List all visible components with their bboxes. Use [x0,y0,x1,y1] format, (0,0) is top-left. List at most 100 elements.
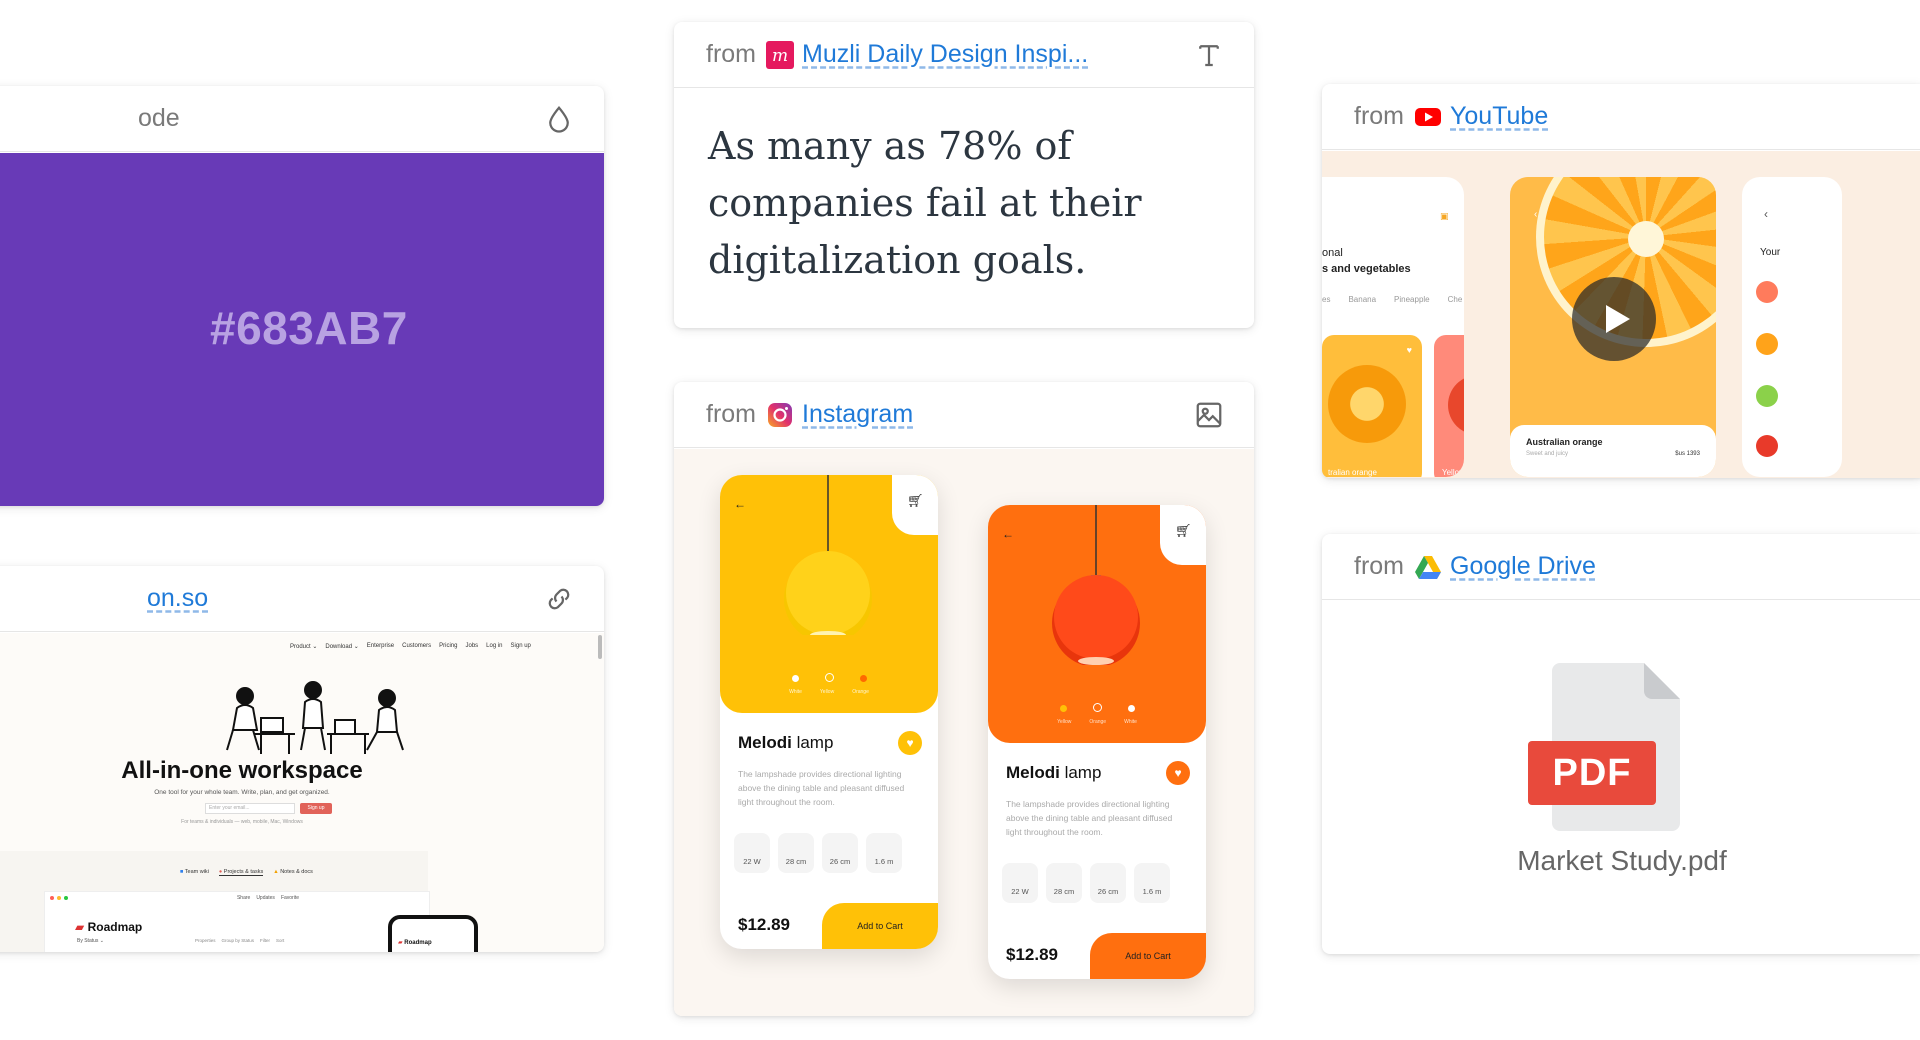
notion-toolbar: Share Updates Favorite [237,895,299,901]
cart-button[interactable]: 🛒︎ [892,475,938,535]
filter-item[interactable]: Properties [195,938,216,943]
drive-card-header: from Google Drive [1322,534,1920,600]
notion-nav: Product ⌄ Download ⌄ Enterprise Customer… [290,643,531,650]
notion-card[interactable]: on.so Product ⌄ Download ⌄ Enterprise Cu… [0,566,604,952]
notion-app-preview: ■ Team wiki ● Projects & tasks ▲ Notes &… [0,851,430,952]
pdf-file-preview[interactable]: PDF Market Study.pdf [1322,601,1920,954]
product-description: The lampshade provides directional light… [1006,799,1173,837]
notion-tab[interactable]: ■ Team wiki [180,869,209,876]
color-selector[interactable] [988,703,1206,712]
muzli-card-header: from m Muzli Daily Design Inspi... [674,22,1254,88]
image-icon[interactable] [1194,400,1224,430]
notion-nav-item: Customers [402,643,432,649]
screen-text: s and vegetables [1322,263,1411,275]
product-description: The lampshade provides directional light… [738,769,905,807]
chevron-left-icon: ‹ [1764,207,1768,221]
product-price: $12.89 [1006,945,1058,964]
spec-height: 28 cm [1046,863,1082,903]
spec-height: 28 cm [778,833,814,873]
spec-cord: 1.6 m [1134,863,1170,903]
screen-text: onal [1322,247,1343,259]
youtube-card-header: from YouTube [1322,84,1920,150]
notion-phone-preview: ▰ Roadmap [388,915,478,952]
text-type-icon[interactable] [1194,40,1224,70]
lamp-app-phone-orange: ← 🛒︎ Yellow Orange White Melodi lamp ♥ T… [988,505,1206,979]
youtube-card[interactable]: from YouTube onal s and vegetables es Ba… [1322,84,1920,478]
video-back-chevron: ‹ [1534,209,1538,220]
thumb-info-panel: Australian orange Sweet and juicy $us 13… [1510,425,1716,477]
cart-icon: 🛒︎ [1175,523,1192,538]
notion-roadmap-title: ▰ Roadmap [75,920,143,934]
from-label: from [1354,552,1404,580]
notion-screenshot: Product ⌄ Download ⌄ Enterprise Customer… [0,633,604,952]
from-label: from [706,40,756,68]
product-title: Melodi lamp [1006,763,1102,782]
muzli-source-link[interactable]: Muzli Daily Design Inspi... [802,40,1088,69]
instagram-source-link[interactable]: Instagram [802,400,913,429]
instagram-card[interactable]: from Instagram ← 🛒︎ White Yellow Orange … [674,382,1254,1016]
color-labels: White Yellow Orange [789,689,869,695]
phone-header-area: ← 🛒︎ Yellow Orange White [988,505,1206,743]
from-label: from [1354,102,1404,130]
product-title: Melodi lamp [738,733,834,752]
notion-group-select[interactable]: By Status ⌄ [77,938,104,944]
spec-diameter: 26 cm [822,833,858,873]
filter-item[interactable]: Group by Status [222,938,255,943]
color-labels: Yellow Orange White [1057,719,1137,725]
phone-header-area: ← 🛒︎ White Yellow Orange [720,475,938,713]
muzli-quote-card[interactable]: from m Muzli Daily Design Inspi... As ma… [674,22,1254,328]
back-arrow-icon[interactable]: ← [734,497,746,511]
notion-platforms: For teams & individuals — web, mobile, M… [181,819,303,825]
youtube-source-link[interactable]: YouTube [1450,102,1548,131]
svg-text:m: m [772,46,788,66]
notion-tab-active[interactable]: ● Projects & tasks [218,869,264,876]
notion-source-link[interactable]: on.so [147,584,208,613]
notion-nav-item: Download ⌄ [325,644,359,650]
link-icon[interactable] [544,584,574,614]
filter-item[interactable]: Sort [276,938,284,943]
add-to-cart-button[interactable]: Add to Cart [1090,933,1206,979]
car-icon: ▰ [75,920,85,934]
notion-tab[interactable]: ▲ Notes & docs [273,869,313,876]
phone-roadmap-title: ▰ Roadmap [398,940,432,946]
notion-headline: All-in-one workspace [121,757,363,784]
google-drive-card[interactable]: from Google Drive PDF Market Study.pdf [1322,534,1920,954]
droplet-icon[interactable] [544,104,574,134]
color-selector[interactable] [720,673,938,682]
filter-item[interactable]: Filter [260,938,270,943]
favorite-button[interactable]: Favorite [281,895,299,901]
video-thumbnail[interactable]: onal s and vegetables es Banana Pineappl… [1322,151,1920,478]
notion-nav-item: Pricing [439,643,458,649]
play-icon [1606,305,1630,333]
color-code-card[interactable]: ode #683AB7 [0,86,604,506]
cart-button[interactable]: 🛒︎ [1160,505,1206,565]
notion-email-input[interactable]: Enter your email... [205,803,295,814]
screen-text: Your [1760,247,1781,258]
thumb-screen-right: ‹ Your [1742,177,1842,477]
spec-power: 22 W [734,833,770,873]
fruit-tile-red: Yellow [1434,335,1464,477]
notion-signup-button[interactable]: Sign up [300,803,332,814]
notion-subline: One tool for your whole team. Write, pla… [154,789,330,796]
drive-source-link[interactable]: Google Drive [1450,552,1596,581]
product-price: $12.89 [738,915,790,934]
back-arrow-icon[interactable]: ← [1002,527,1014,541]
color-card-header: ode [0,86,604,152]
favorite-heart-button[interactable]: ♥ [1166,761,1190,785]
cart-icon: 🛒︎ [907,493,924,508]
window-controls [50,896,68,900]
color-swatch: #683AB7 [0,153,604,506]
notion-nav-item: Jobs [465,643,479,649]
favorite-heart-button[interactable]: ♥ [898,731,922,755]
fruit-tile-orange: tralian orange ♥ [1322,335,1422,477]
from-label: from [706,400,756,428]
share-button[interactable]: Share [237,895,250,901]
instagram-card-header: from Instagram [674,382,1254,448]
color-hex-label: #683AB7 [210,302,408,354]
add-to-cart-button[interactable]: Add to Cart [822,903,938,949]
updates-button[interactable]: Updates [256,895,275,901]
product-specs: 22 W 28 cm 26 cm 1.6 m [1002,863,1170,903]
notion-scrollbar[interactable] [598,635,602,659]
pdf-badge: PDF [1528,741,1656,805]
play-button[interactable] [1572,277,1656,361]
